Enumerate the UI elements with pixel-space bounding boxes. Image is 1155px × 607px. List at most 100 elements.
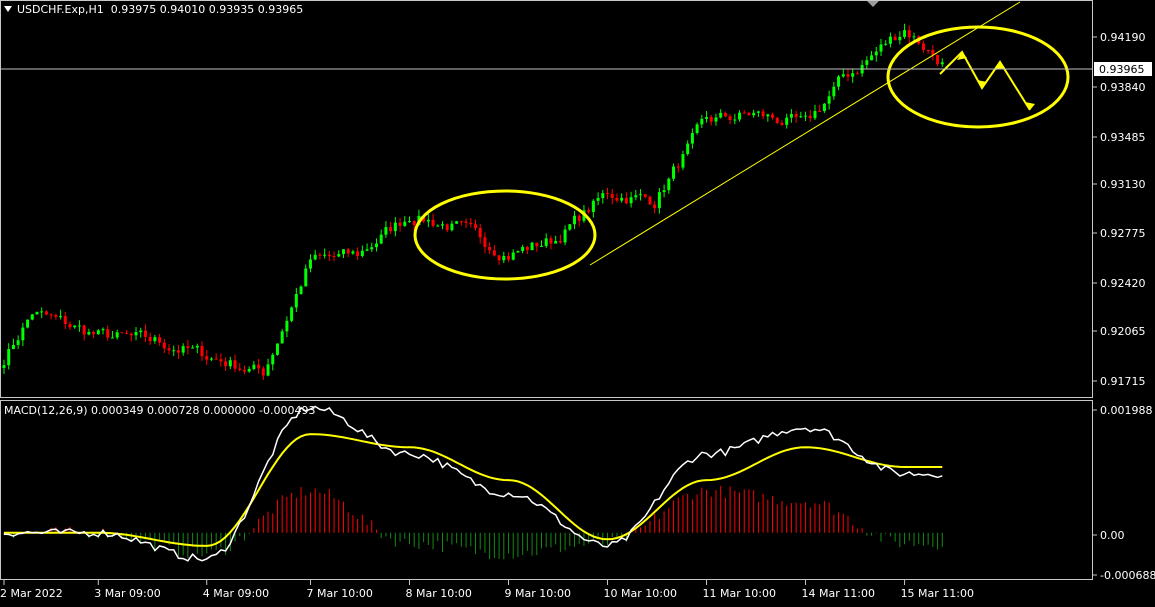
candle-body [450, 223, 454, 231]
candle-body [558, 240, 562, 243]
candle-body [120, 332, 124, 334]
candle-body [884, 43, 888, 45]
time-axis-label: 9 Mar 10:00 [505, 587, 571, 600]
candle-body [106, 329, 110, 338]
price-axis-label: 0.93130 [1100, 178, 1146, 191]
candle-body [219, 359, 223, 362]
candle-body [761, 111, 765, 117]
candle-body [841, 74, 845, 77]
candle-body [893, 36, 897, 41]
candle-body [158, 337, 162, 343]
candle-body [459, 221, 463, 223]
candle-body [464, 221, 468, 223]
candle-body [822, 103, 826, 112]
candle-body [445, 224, 449, 231]
candle-body [653, 204, 657, 209]
candle-body [7, 349, 11, 366]
candle-body [26, 319, 30, 328]
candle-body [200, 345, 204, 357]
dropdown-triangle-icon[interactable] [4, 6, 12, 12]
candle-body [186, 346, 190, 349]
current-price-label: 0.93965 [1099, 63, 1145, 76]
candle-body [771, 114, 775, 118]
candle-body [596, 198, 600, 201]
candle-body [73, 325, 77, 328]
price-axis-label: 0.93485 [1100, 131, 1146, 144]
price-axis-label: 0.92775 [1100, 227, 1146, 240]
candle-body [723, 112, 727, 117]
forecast-zigzag [939, 50, 1031, 111]
candle-body [780, 122, 784, 125]
time-axis-label: 15 Mar 11:00 [901, 587, 974, 600]
candle-body [502, 255, 506, 261]
candle-body [398, 222, 402, 226]
candle-body [662, 190, 666, 193]
candle-body [49, 314, 53, 316]
candle-body [507, 255, 511, 260]
candle-body [153, 337, 157, 342]
candle-body [313, 254, 317, 260]
symbol-label: USDCHF.Exp,H1 [17, 3, 104, 16]
candle-body [370, 247, 374, 250]
candle-body [134, 332, 138, 336]
candle-body [129, 333, 133, 336]
time-axis-label: 11 Mar 10:00 [703, 587, 776, 600]
macd-axis-label: 0.00 [1100, 529, 1125, 542]
candle-body [191, 347, 195, 349]
candle-body [681, 154, 685, 168]
candle-body [139, 330, 143, 333]
candle-body [747, 112, 751, 116]
candle-body [346, 249, 350, 254]
time-axis-label: 14 Mar 11:00 [802, 587, 875, 600]
candle-body [68, 323, 72, 328]
candle-body [233, 360, 237, 369]
chart-window: 0.94190 0.93840 0.93485 0.93130 0.92775 0.924… [0, 0, 1155, 603]
candle-body [789, 114, 793, 118]
candle-body [365, 249, 369, 251]
time-axis-label: 3 Mar 09:00 [94, 587, 160, 600]
candle-body [921, 43, 925, 51]
candle-body [224, 361, 228, 367]
candle-body [573, 215, 577, 225]
candle-body [832, 86, 836, 97]
candle-body [563, 229, 567, 243]
candle-body [341, 249, 345, 255]
candle-body [205, 356, 209, 360]
candle-body [907, 30, 911, 38]
candle-body [540, 245, 544, 247]
y-axis: 0.94190 0.93840 0.93485 0.93130 0.92775 0.924… [1093, 31, 1155, 582]
candle-body [756, 111, 760, 113]
ohlc-low: 0.93935 [208, 3, 255, 16]
candle-body [525, 247, 529, 251]
candle-body [403, 221, 407, 226]
candle-body [356, 251, 360, 256]
candle-body [280, 331, 284, 344]
candle-body [455, 221, 459, 224]
candle-body [101, 329, 105, 331]
time-axis-label: 7 Mar 10:00 [306, 587, 372, 600]
ohlc-open: 0.93975 [110, 3, 157, 16]
candle-body [181, 346, 185, 353]
candle-body [294, 293, 298, 308]
candle-body [290, 307, 294, 321]
candle-body [672, 166, 676, 179]
candle-body [775, 117, 779, 123]
candle-body [35, 312, 39, 315]
candle-body [488, 247, 492, 251]
candle-body [846, 74, 850, 77]
candle-body [587, 210, 591, 212]
candle-body [535, 242, 539, 247]
candle-body [690, 132, 694, 144]
macd-histogram [3, 485, 943, 560]
candle-body [615, 197, 619, 201]
candle-body [82, 325, 86, 335]
candle-body [676, 166, 680, 168]
chart-shift-marker[interactable] [867, 1, 879, 7]
candle-body [21, 327, 25, 341]
candle-body [794, 114, 798, 118]
candle-body [469, 222, 473, 225]
time-axis-label: 2 Mar 2022 [0, 587, 63, 600]
macd-axis-label: 0.001988 [1100, 404, 1153, 417]
candle-body [318, 254, 322, 256]
current-price-marker: 0.93965 [1, 62, 1152, 76]
